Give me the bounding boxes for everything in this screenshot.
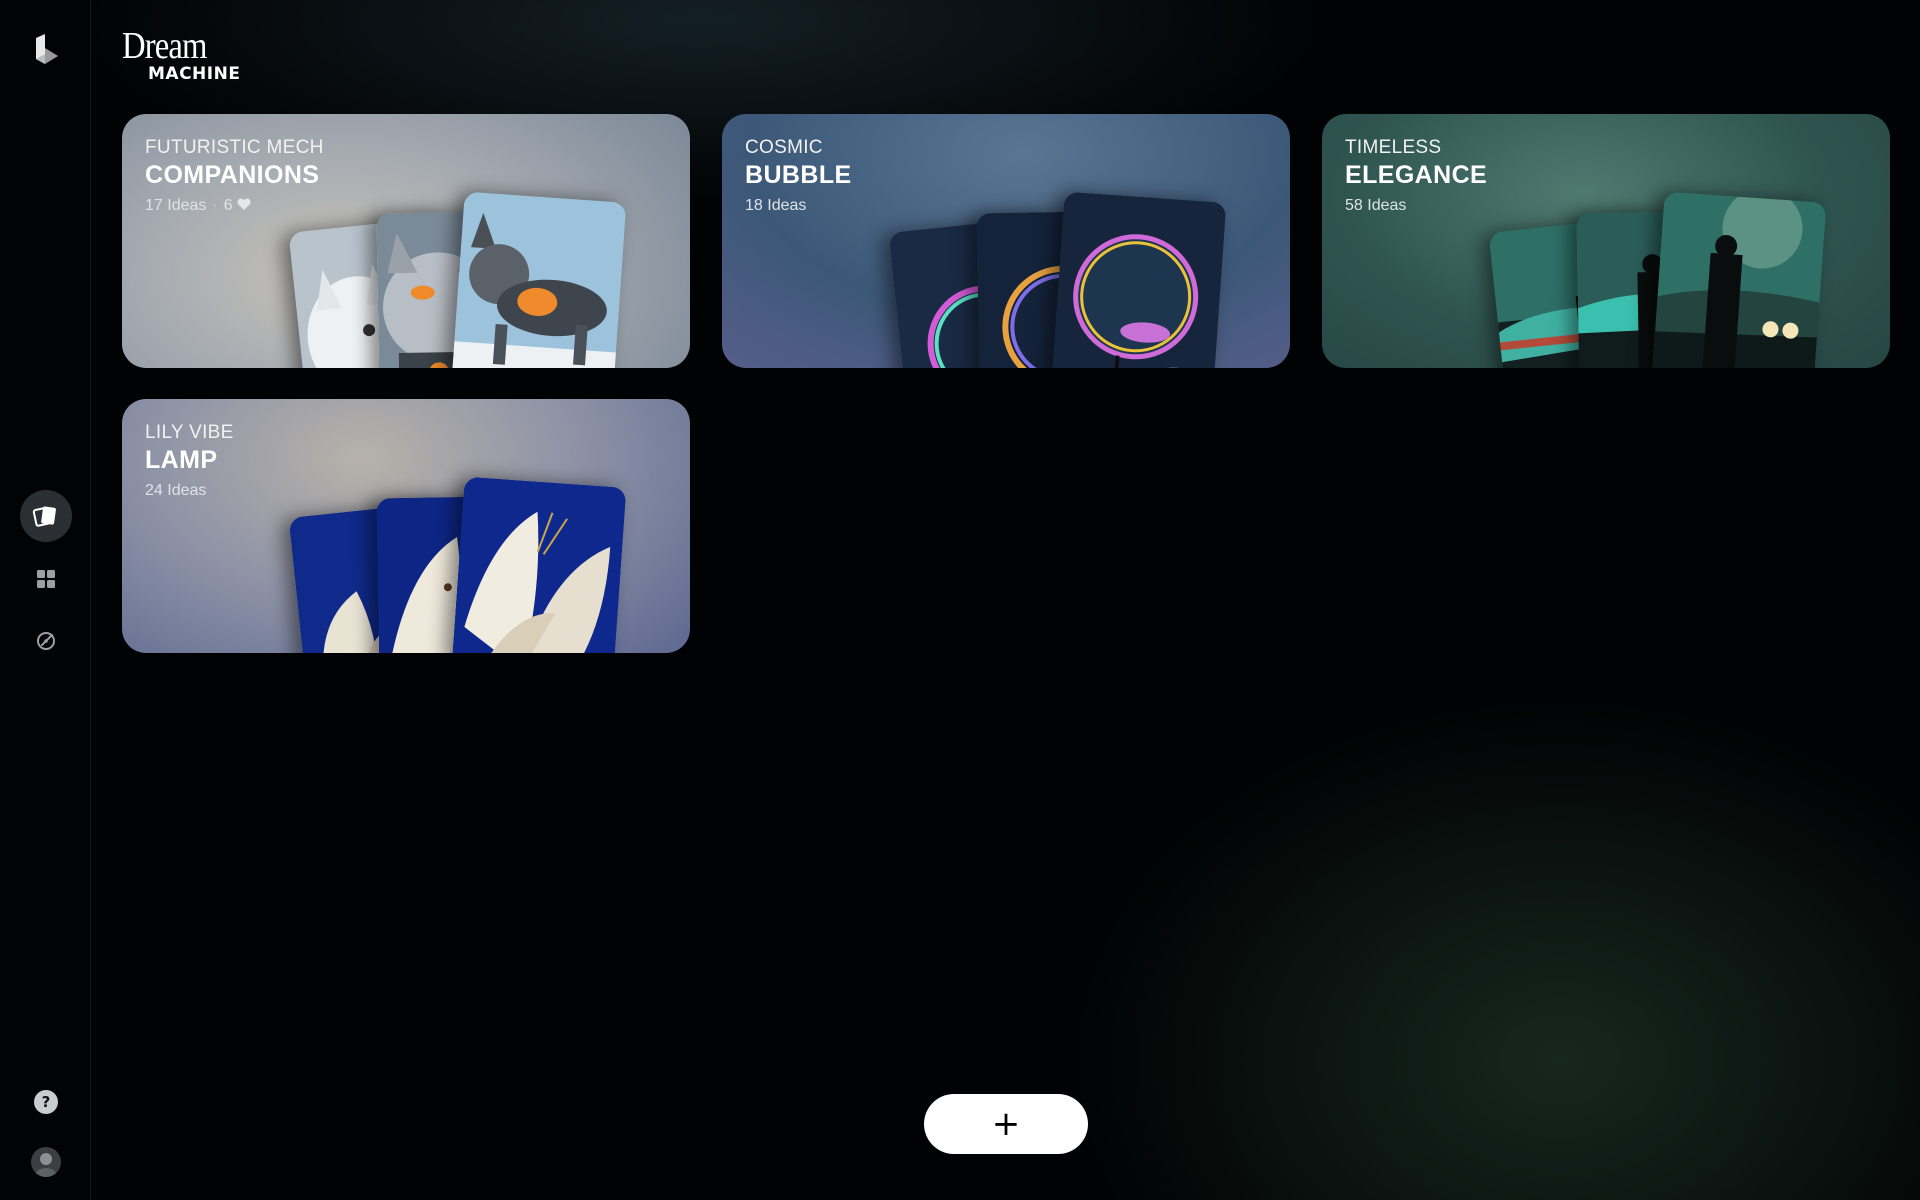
board-ideas-count: 18 Ideas <box>745 197 807 214</box>
help-icon: ? <box>33 1089 59 1115</box>
board-card-bubble[interactable]: COSMIC BUBBLE 18 Ideas <box>722 114 1290 368</box>
brand-line2: MACHINE <box>148 64 241 84</box>
thumbnail-image <box>451 476 627 653</box>
brand-line1: Dream <box>122 25 207 67</box>
board-kicker: TIMELESS <box>1345 137 1442 158</box>
thumbnail-image <box>1651 191 1827 368</box>
plus-icon: + <box>991 1104 1021 1144</box>
help-button[interactable]: ? <box>20 1076 72 1128</box>
board-thumbnails <box>888 191 1278 368</box>
board-kicker: LILY VIBE <box>145 422 234 443</box>
thumbnail-image <box>1051 191 1227 368</box>
board-thumbnails <box>1488 191 1878 368</box>
svg-text:?: ? <box>42 1093 51 1111</box>
sidebar-item-grid[interactable] <box>20 553 72 605</box>
board-title: ELEGANCE <box>1345 161 1488 189</box>
board-likes-count: 6 <box>223 197 233 214</box>
meta-separator: · <box>212 197 218 214</box>
cards-icon <box>32 504 60 528</box>
compass-icon <box>35 630 57 652</box>
app-window: ? Dream MACHINE FUTURISTIC MECH COMPANIO… <box>0 0 1920 1200</box>
board-title: BUBBLE <box>745 161 852 189</box>
heart-icon <box>237 195 251 217</box>
sidebar-item-explore[interactable] <box>20 615 72 667</box>
thumbnail-image <box>451 191 627 368</box>
board-title: COMPANIONS <box>145 161 320 189</box>
grid-icon <box>36 569 56 589</box>
board-thumbnails <box>288 476 678 653</box>
add-board-button[interactable]: + <box>924 1094 1088 1154</box>
board-card-lily[interactable]: LILY VIBE LAMP 24 Ideas <box>122 399 690 653</box>
app-logo-icon[interactable] <box>30 34 62 66</box>
board-card-noir[interactable]: TIMELESS ELEGANCE 58 Ideas <box>1322 114 1890 368</box>
board-title: LAMP <box>145 446 218 474</box>
sidebar-item-boards[interactable] <box>20 490 72 542</box>
brand-logo[interactable]: Dream MACHINE <box>122 26 282 86</box>
board-kicker: FUTURISTIC MECH <box>145 137 324 158</box>
board-ideas-count: 58 Ideas <box>1345 197 1407 214</box>
board-ideas-count: 24 Ideas <box>145 482 207 499</box>
board-card-mech[interactable]: FUTURISTIC MECH COMPANIONS 17 Ideas · 6 <box>122 114 690 368</box>
avatar[interactable] <box>20 1136 72 1188</box>
board-ideas-count: 17 Ideas <box>145 197 207 214</box>
board-thumbnails <box>288 191 678 368</box>
board-kicker: COSMIC <box>745 137 823 158</box>
sidebar: ? <box>0 0 91 1200</box>
